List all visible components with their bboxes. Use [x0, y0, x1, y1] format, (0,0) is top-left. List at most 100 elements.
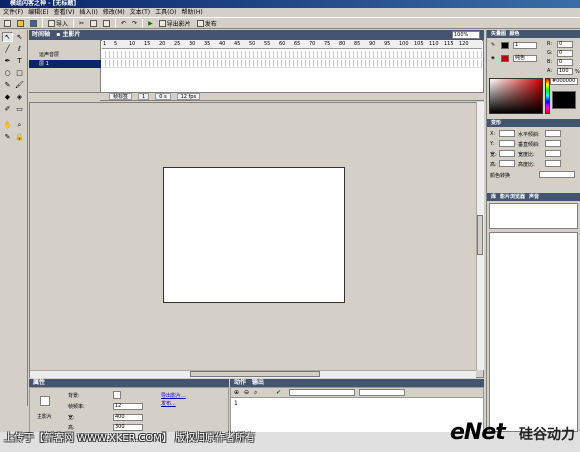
- tab-library[interactable]: 库: [491, 193, 496, 201]
- menu-tools[interactable]: 工具(O): [155, 8, 176, 17]
- stroke-width-input[interactable]: 1: [513, 42, 537, 49]
- fill-bucket-icon[interactable]: ◈: [491, 55, 495, 61]
- ruler-tick: 20: [159, 41, 166, 47]
- check-syntax-icon[interactable]: ✔: [276, 389, 281, 396]
- zoom-select[interactable]: 100%: [452, 31, 480, 39]
- menu-help[interactable]: 帮助(H): [182, 8, 203, 17]
- wscale-input[interactable]: [545, 150, 561, 157]
- framerate-input[interactable]: 12: [113, 403, 143, 410]
- r-input[interactable]: 0: [557, 41, 573, 48]
- layer-row-selected[interactable]: 层 1: [29, 60, 101, 68]
- fill-type-select[interactable]: 纯色: [513, 55, 537, 62]
- y-input[interactable]: [499, 140, 515, 147]
- tab-output[interactable]: 输出: [252, 379, 264, 387]
- scene-label[interactable]: 主影片: [62, 31, 80, 38]
- subselect-tool-icon[interactable]: ⇖: [14, 32, 25, 42]
- stroke-color-icon[interactable]: ✎: [2, 132, 13, 142]
- vertical-scroll-thumb[interactable]: [477, 215, 483, 255]
- g-input[interactable]: 0: [557, 50, 573, 57]
- hex-input[interactable]: #000000: [550, 78, 578, 85]
- export-movie-link[interactable]: 导出影片...: [161, 392, 186, 399]
- menu-view[interactable]: 查看(V): [54, 8, 75, 17]
- menu-edit[interactable]: 编辑(E): [28, 8, 48, 17]
- pen-tool-icon[interactable]: ✒: [2, 56, 13, 66]
- hue-slider[interactable]: [545, 78, 550, 114]
- stroke-pencil-icon[interactable]: ✎: [491, 42, 495, 48]
- framerate-label: 帧频率:: [68, 404, 85, 410]
- zoom-tool-icon[interactable]: ⌕: [14, 120, 25, 130]
- eraser-tool-icon[interactable]: ▭: [14, 104, 25, 114]
- color-effect-select[interactable]: [539, 171, 575, 178]
- lock-icon[interactable]: 🔒: [14, 132, 25, 142]
- vskew-input[interactable]: [545, 140, 561, 147]
- alpha-input[interactable]: 100: [557, 68, 573, 75]
- cut-button[interactable]: ✂: [78, 19, 85, 28]
- pencil-tool-icon[interactable]: ✎: [2, 80, 13, 90]
- frame-row[interactable]: [102, 51, 482, 59]
- frame-row[interactable]: [102, 60, 482, 68]
- hand-tool-icon[interactable]: ✋: [2, 120, 13, 130]
- open-button[interactable]: [16, 19, 25, 28]
- oval-tool-icon[interactable]: ○: [2, 68, 13, 78]
- frame-label-field[interactable]: 帧标签: [109, 93, 133, 100]
- brush-tool-icon[interactable]: 🖌: [14, 80, 25, 90]
- undo-button[interactable]: ↶: [120, 19, 127, 28]
- import-button[interactable]: 导入: [47, 19, 69, 28]
- lasso-tool-icon[interactable]: ℓ: [14, 44, 25, 54]
- tab-vector[interactable]: 矢量图: [491, 31, 506, 37]
- export-button[interactable]: 导出影片: [158, 19, 192, 28]
- ink-tool-icon[interactable]: ◆: [2, 92, 13, 102]
- text-tool-icon[interactable]: T: [14, 56, 25, 66]
- arrow-tool-icon[interactable]: ↖: [2, 32, 13, 42]
- menu-insert[interactable]: 插入(I): [79, 8, 97, 17]
- timeline-status: 帧标签 1 0 s 12 fps: [29, 92, 484, 100]
- hskew-input[interactable]: [545, 130, 561, 137]
- enet-logo: eNet: [450, 420, 506, 445]
- paste-button[interactable]: [102, 19, 111, 28]
- action-dropdown[interactable]: [289, 389, 355, 396]
- menu-text[interactable]: 文本(T): [130, 8, 150, 17]
- menu-modify[interactable]: 修改(M): [103, 8, 125, 17]
- find-icon[interactable]: ⌕: [254, 389, 257, 397]
- line-tool-icon[interactable]: ╱: [2, 44, 13, 54]
- fill-swatch[interactable]: [501, 55, 509, 62]
- tab-color[interactable]: 颜色: [510, 31, 520, 37]
- new-button[interactable]: [3, 19, 12, 28]
- action-dropdown-2[interactable]: [359, 389, 405, 396]
- play-button[interactable]: ▶: [147, 19, 154, 28]
- b-input[interactable]: 0: [557, 59, 573, 66]
- horizontal-scroll-thumb[interactable]: [190, 371, 320, 377]
- copy-button[interactable]: [89, 19, 98, 28]
- height-input[interactable]: 300: [113, 424, 143, 431]
- tab-actions[interactable]: 动作: [234, 379, 246, 387]
- a-label: A:: [547, 68, 553, 74]
- tab-movie-explorer[interactable]: 影片浏览器: [500, 193, 525, 201]
- x-input[interactable]: [499, 130, 515, 137]
- remove-action-icon[interactable]: ⊖: [244, 389, 249, 396]
- save-button[interactable]: [29, 19, 38, 28]
- library-list[interactable]: [489, 232, 578, 432]
- tab-sound[interactable]: 声音: [529, 193, 539, 201]
- stroke-swatch[interactable]: [501, 42, 509, 49]
- background-swatch[interactable]: [113, 391, 121, 399]
- hscale-input[interactable]: [545, 160, 561, 167]
- add-action-icon[interactable]: ⊕: [234, 389, 239, 396]
- stage-canvas[interactable]: [163, 167, 345, 303]
- color-panel-header: 矢量图 颜色: [487, 30, 580, 38]
- properties-header[interactable]: 属性: [29, 379, 229, 387]
- timeline-tab[interactable]: 时间轴: [32, 31, 50, 38]
- rectangle-tool-icon[interactable]: □: [14, 68, 25, 78]
- publish-link[interactable]: 发布...: [161, 400, 176, 407]
- h-input[interactable]: [499, 160, 515, 167]
- background-label: 背景:: [68, 393, 80, 399]
- menu-file[interactable]: 文件(F): [3, 8, 23, 17]
- layer-row[interactable]: 运声音层: [29, 51, 101, 59]
- width-input[interactable]: 400: [113, 414, 143, 421]
- transform-header[interactable]: 变形: [487, 119, 580, 127]
- w-input[interactable]: [499, 150, 515, 157]
- eyedropper-tool-icon[interactable]: ✐: [2, 104, 13, 114]
- color-picker-area[interactable]: [489, 78, 543, 114]
- paint-bucket-tool-icon[interactable]: ◈: [14, 92, 25, 102]
- redo-button[interactable]: ↷: [131, 19, 138, 28]
- publish-button[interactable]: 发布: [196, 19, 218, 28]
